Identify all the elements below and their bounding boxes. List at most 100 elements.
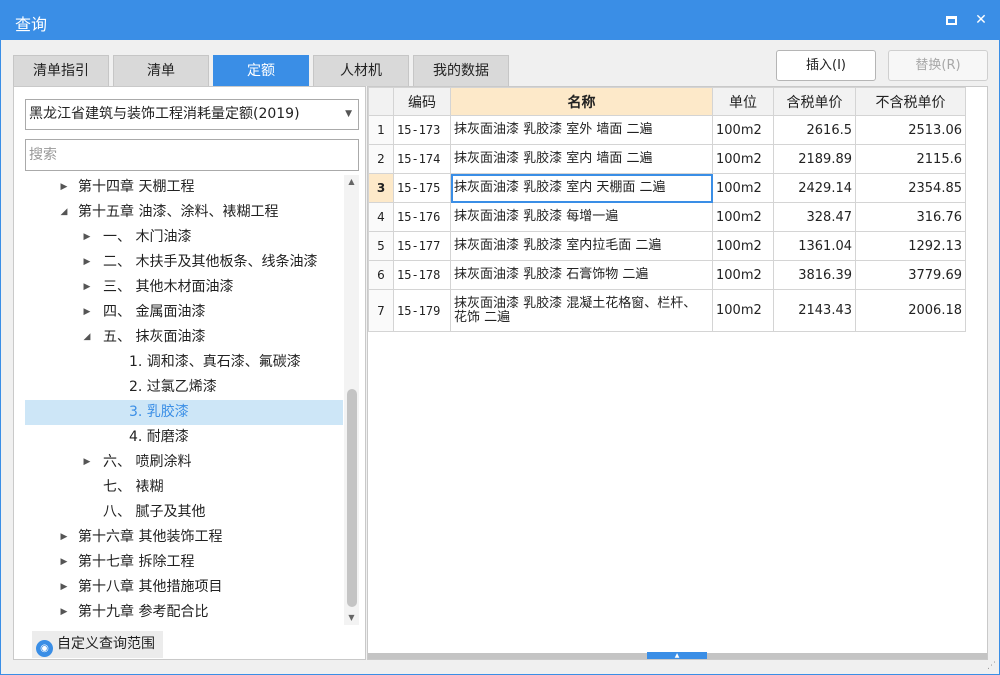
column-header-code[interactable]: 编码 xyxy=(393,87,451,116)
expand-arrow-icon[interactable]: ▶ xyxy=(81,225,93,250)
tree-node-latex-paint[interactable]: 3. 乳胶漆 xyxy=(25,400,343,425)
table-row[interactable]: 1 15-173 抹灰面油漆 乳胶漆 室外 墙面 二遍 100m2 2616.5… xyxy=(368,115,966,145)
tab-bill-guide[interactable]: 清单指引 xyxy=(13,55,109,86)
resize-grip-icon[interactable]: ⋰ xyxy=(987,661,996,671)
row-number: 6 xyxy=(368,260,394,290)
tab-quota[interactable]: 定额 xyxy=(213,55,309,86)
expand-arrow-icon[interactable]: ▶ xyxy=(58,550,70,575)
table-row[interactable]: 7 15-179 抹灰面油漆 乳胶漆 混凝土花格窗、栏杆、花饰 二遍 100m2… xyxy=(368,289,966,332)
tree-scrollbar[interactable]: ▲ ▼ xyxy=(344,175,359,625)
tree-node-spray-coating[interactable]: ▶ 六、 喷刷涂料 xyxy=(25,450,343,475)
tree-node-blend-paint[interactable]: 1. 调和漆、真石漆、氟碳漆 xyxy=(25,350,343,375)
tree-node-wear-paint[interactable]: 4. 耐磨漆 xyxy=(25,425,343,450)
cell-unit[interactable]: 100m2 xyxy=(712,202,774,232)
scroll-up-icon[interactable]: ▲ xyxy=(344,175,359,189)
horizontal-scrollbar[interactable]: ▲ xyxy=(368,652,987,659)
cell-name[interactable]: 抹灰面油漆 乳胶漆 室内拉毛面 二遍 xyxy=(450,231,713,261)
title-bar[interactable]: 查询 ✕ xyxy=(1,1,999,40)
cell-tax-price[interactable]: 3816.39 xyxy=(773,260,856,290)
close-icon[interactable]: ✕ xyxy=(971,10,991,30)
tab-bill[interactable]: 清单 xyxy=(113,55,209,86)
table-row[interactable]: 5 15-177 抹灰面油漆 乳胶漆 室内拉毛面 二遍 100m2 1361.0… xyxy=(368,231,966,261)
cell-name[interactable]: 抹灰面油漆 乳胶漆 室外 墙面 二遍 xyxy=(450,115,713,145)
tree-node-other-wood-paint[interactable]: ▶ 三、 其他木材面油漆 xyxy=(25,275,343,300)
cell-name[interactable]: 抹灰面油漆 乳胶漆 混凝土花格窗、栏杆、花饰 二遍 xyxy=(450,289,713,332)
tree-node-wood-handrail-paint[interactable]: ▶ 二、 木扶手及其他板条、线条油漆 xyxy=(25,250,343,275)
cell-unit[interactable]: 100m2 xyxy=(712,289,774,332)
scrollbar-thumb[interactable] xyxy=(347,389,357,607)
column-header-tax-price[interactable]: 含税单价 xyxy=(773,87,856,116)
expand-arrow-icon[interactable]: ▶ xyxy=(81,450,93,475)
maximize-icon[interactable] xyxy=(941,10,961,30)
chevron-down-icon[interactable]: ▼ xyxy=(345,100,352,129)
tree-node-chapter-18[interactable]: ▶ 第十八章 其他措施项目 xyxy=(25,575,343,600)
cell-code[interactable]: 15-175 xyxy=(393,173,451,203)
tree-node-putty-other[interactable]: 八、 腻子及其他 xyxy=(25,500,343,525)
tree-node-chapter-19[interactable]: ▶ 第十九章 参考配合比 xyxy=(25,600,343,625)
cell-name[interactable]: 抹灰面油漆 乳胶漆 石膏饰物 二遍 xyxy=(450,260,713,290)
cell-name[interactable]: 抹灰面油漆 乳胶漆 室内 天棚面 二遍 xyxy=(450,173,713,203)
cell-unit[interactable]: 100m2 xyxy=(712,144,774,174)
collapse-arrow-icon[interactable]: ◢ xyxy=(81,325,93,350)
tree-node-pvc-paint[interactable]: 2. 过氯乙烯漆 xyxy=(25,375,343,400)
tree-node-chapter-16[interactable]: ▶ 第十六章 其他装饰工程 xyxy=(25,525,343,550)
expand-arrow-icon[interactable]: ▶ xyxy=(58,175,70,200)
table-row[interactable]: 2 15-174 抹灰面油漆 乳胶漆 室内 墙面 二遍 100m2 2189.8… xyxy=(368,144,966,174)
expand-arrow-icon[interactable]: ▶ xyxy=(58,525,70,550)
cell-code[interactable]: 15-178 xyxy=(393,260,451,290)
quota-library-select[interactable]: 黑龙江省建筑与装饰工程消耗量定额(2019) ▼ xyxy=(25,99,359,130)
collapse-arrow-icon[interactable]: ◢ xyxy=(58,200,70,225)
column-header-unit[interactable]: 单位 xyxy=(712,87,774,116)
cell-notax-price[interactable]: 316.76 xyxy=(855,202,966,232)
insert-button[interactable]: 插入(I) xyxy=(776,50,876,81)
cell-name[interactable]: 抹灰面油漆 乳胶漆 室内 墙面 二遍 xyxy=(450,144,713,174)
cell-tax-price[interactable]: 2429.14 xyxy=(773,173,856,203)
tree-node-wood-door-paint[interactable]: ▶ 一、 木门油漆 xyxy=(25,225,343,250)
tree-node-chapter-14[interactable]: ▶ 第十四章 天棚工程 xyxy=(25,175,343,200)
cell-notax-price[interactable]: 2513.06 xyxy=(855,115,966,145)
cell-code[interactable]: 15-176 xyxy=(393,202,451,232)
cell-unit[interactable]: 100m2 xyxy=(712,231,774,261)
tree-node-chapter-17[interactable]: ▶ 第十七章 拆除工程 xyxy=(25,550,343,575)
cell-notax-price[interactable]: 3779.69 xyxy=(855,260,966,290)
table-row-selected[interactable]: 3 15-175 抹灰面油漆 乳胶漆 室内 天棚面 二遍 100m2 2429.… xyxy=(368,173,966,203)
expand-arrow-icon[interactable]: ▶ xyxy=(81,275,93,300)
scroll-down-icon[interactable]: ▼ xyxy=(344,611,359,625)
cell-code[interactable]: 15-179 xyxy=(393,289,451,332)
cell-tax-price[interactable]: 2189.89 xyxy=(773,144,856,174)
expand-arrow-icon[interactable]: ▶ xyxy=(81,250,93,275)
cell-code[interactable]: 15-173 xyxy=(393,115,451,145)
cell-name[interactable]: 抹灰面油漆 乳胶漆 每增一遍 xyxy=(450,202,713,232)
tree-node-plaster-paint[interactable]: ◢ 五、 抹灰面油漆 xyxy=(25,325,343,350)
column-header-name[interactable]: 名称 xyxy=(450,87,713,116)
tab-my-data[interactable]: 我的数据 xyxy=(413,55,509,86)
tree-node-chapter-15[interactable]: ◢ 第十五章 油漆、涂料、裱糊工程 xyxy=(25,200,343,225)
tree-node-wallpaper[interactable]: 七、 裱糊 xyxy=(25,475,343,500)
splitter-grip-icon[interactable]: ▲ xyxy=(647,652,707,659)
table-row[interactable]: 4 15-176 抹灰面油漆 乳胶漆 每增一遍 100m2 328.47 316… xyxy=(368,202,966,232)
cell-tax-price[interactable]: 2616.5 xyxy=(773,115,856,145)
expand-arrow-icon[interactable]: ▶ xyxy=(81,300,93,325)
cell-notax-price[interactable]: 2006.18 xyxy=(855,289,966,332)
cell-notax-price[interactable]: 2354.85 xyxy=(855,173,966,203)
cell-notax-price[interactable]: 2115.6 xyxy=(855,144,966,174)
cell-tax-price[interactable]: 328.47 xyxy=(773,202,856,232)
cell-notax-price[interactable]: 1292.13 xyxy=(855,231,966,261)
table-row[interactable]: 6 15-178 抹灰面油漆 乳胶漆 石膏饰物 二遍 100m2 3816.39… xyxy=(368,260,966,290)
tab-labor-material-machine[interactable]: 人材机 xyxy=(313,55,409,86)
cell-unit[interactable]: 100m2 xyxy=(712,260,774,290)
expand-arrow-icon[interactable]: ▶ xyxy=(58,600,70,625)
tree-node-metal-paint[interactable]: ▶ 四、 金属面油漆 xyxy=(25,300,343,325)
replace-button[interactable]: 替换(R) xyxy=(888,50,988,81)
cell-code[interactable]: 15-174 xyxy=(393,144,451,174)
column-header-notax-price[interactable]: 不含税单价 xyxy=(855,87,966,116)
quota-tree-panel: 黑龙江省建筑与装饰工程消耗量定额(2019) ▼ ▶第十四章 天棚工程 ◢第十五… xyxy=(13,86,366,660)
custom-query-scope-button[interactable]: ◉ 自定义查询范围 xyxy=(32,631,163,658)
expand-arrow-icon[interactable]: ▶ xyxy=(58,575,70,600)
search-input[interactable] xyxy=(25,139,359,171)
cell-tax-price[interactable]: 1361.04 xyxy=(773,231,856,261)
cell-unit[interactable]: 100m2 xyxy=(712,115,774,145)
cell-tax-price[interactable]: 2143.43 xyxy=(773,289,856,332)
cell-code[interactable]: 15-177 xyxy=(393,231,451,261)
cell-unit[interactable]: 100m2 xyxy=(712,173,774,203)
